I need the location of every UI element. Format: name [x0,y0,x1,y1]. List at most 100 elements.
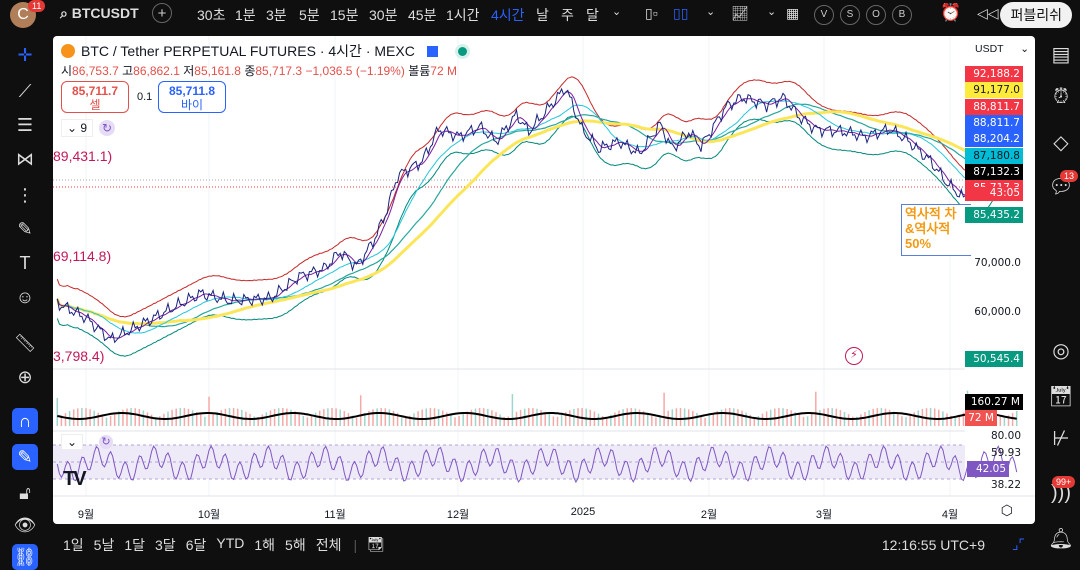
indicator-button-o[interactable]: O [866,4,886,25]
volume-ma-tag: 160.27 M [965,394,1023,410]
sell-button[interactable]: 85,711.7 셀 [61,81,129,113]
symbol-title: BTC / Tether PERPETUAL FUTURES · 4시간 · M… [81,43,415,59]
time-tick: 12월 [446,509,470,521]
range-8[interactable]: 전체 [316,535,342,555]
ohlc-values: 시86,753.7 고86,862.1 저85,161.8 종85,717.3 … [61,64,457,78]
price-tag: 92,188.2 [965,66,1023,82]
interval-4[interactable]: 15분 [330,5,358,25]
emoji-icon[interactable]: ☺ [12,284,38,310]
alert-add-icon[interactable]: ⏰ [940,3,961,23]
replay-icon[interactable]: ◁◁ [977,5,999,22]
brush-icon[interactable]: ✎ [12,216,38,242]
interval-3[interactable]: 5분 [299,5,320,25]
indicators-collapse-toggle[interactable]: ⌄ 9 [61,119,94,137]
range-6[interactable]: 1해 [254,535,275,555]
clock[interactable]: 12:16:55 UTC+9 [882,537,985,553]
zoom-in-icon[interactable]: ⊕ [12,364,38,390]
interval-1[interactable]: 1분 [235,5,256,25]
pane-collapse-toggle[interactable]: ⌄ [61,434,84,450]
indicator-button-v[interactable]: V [814,4,834,25]
buy-button[interactable]: 85,711.8 바이 [158,81,226,113]
rsi-level: 59.93 [990,447,1021,459]
chat-badge: 13 [1060,170,1079,182]
lightning-event-icon[interactable]: ⚡︎ [845,347,863,365]
trendline-icon[interactable]: ⟋ [12,78,38,104]
symbol-search[interactable]: ⌕ BTCUSDT [60,5,139,22]
flag-icon[interactable] [426,45,438,57]
interval-10[interactable]: 주 [561,5,574,25]
calendar-icon[interactable]: 📅︎ [1048,384,1074,410]
magnet-icon[interactable]: ∩ [12,408,38,434]
range-3[interactable]: 3달 [155,535,176,555]
range-7[interactable]: 5해 [285,535,306,555]
stream-badge: 99+ [1052,476,1076,488]
hotlist-target-icon[interactable]: ◎ [1048,338,1074,364]
interval-6[interactable]: 45분 [408,5,436,25]
bar-style-icon[interactable]: ▯▫ [645,5,658,22]
indicator-button-b[interactable]: B [892,4,912,25]
publish-button[interactable]: 퍼블리쉬 [1000,2,1072,28]
layout-grid-icon[interactable]: ▦ [786,5,799,22]
pattern-icon[interactable]: ⋈ [12,146,38,172]
range-5[interactable]: YTD [216,535,244,555]
lock-drawings-icon[interactable]: ✎ [12,444,38,470]
time-tick: 9월 [77,509,95,521]
goto-date-icon[interactable]: 📆︎ [367,536,385,553]
candle-style-icon[interactable]: ▯▯ [673,5,688,22]
price-tick: 70,000.0 [974,257,1021,269]
interval-5[interactable]: 30분 [369,5,397,25]
top-toolbar: C 11 ⌕ BTCUSDT + 30초 1분 3분 5분 15분 30분 45분 1시간 4시… [0,0,1080,30]
unlock-icon[interactable]: 🔓︎ [12,480,38,506]
chevron-down-icon: ⌄ [67,121,78,135]
chart-type-chevron-icon[interactable]: ⌄ [706,5,715,18]
options-strategy-icon[interactable]: ⊬ [1048,426,1074,452]
currency-selector[interactable]: USDT ⌄ [971,39,1029,59]
volume-tag: 72 M [965,410,997,426]
interval-8[interactable]: 4시간 [491,5,525,25]
indicator-button-s[interactable]: S [840,4,860,25]
price-tag: 88,811.7 [965,98,1023,115]
watchlist-icon[interactable]: ▤ [1048,42,1074,68]
price-tag: 91,177.0 [965,82,1023,99]
text-icon[interactable]: T [12,250,38,276]
interval-0[interactable]: 30초 [197,5,225,25]
layers-icon[interactable]: ◇ [1048,130,1074,156]
notification-badge: 11 [28,0,46,12]
rsi-level: 38.22 [990,479,1021,491]
time-tick: 2025 [570,506,596,518]
indicators-chevron-icon[interactable]: ⌄ [767,5,776,18]
interval-9[interactable]: 날 [536,5,549,25]
price-tag: 85,435.2 [965,207,1023,223]
range-2[interactable]: 1달 [124,535,145,555]
crosshair-icon[interactable]: ✛ [12,42,38,68]
interval-7[interactable]: 1시간 [446,5,480,25]
price-label-left: 69,114.8) [53,248,112,264]
text-annotation[interactable]: 역사적 차 &역사적 50% [901,204,971,256]
range-4[interactable]: 6달 [186,535,207,555]
btc-logo-icon [61,44,75,58]
chevron-down-icon: ⌄ [1020,43,1029,55]
projection-icon[interactable]: ⋮ [12,182,38,208]
indicators-icon[interactable]: 📈︎ [731,5,749,22]
interval-2[interactable]: 3분 [266,5,287,25]
fullscreen-icon[interactable]: ⌟⌜ [1012,536,1025,553]
hide-drawings-eye-icon[interactable]: 👁︎ [12,512,38,538]
chart-area[interactable]: BTC / Tether PERPETUAL FUTURES · 4시간 · M… [53,36,1035,524]
notifications-bell-icon[interactable]: 🔔︎ [1048,526,1074,552]
alarm-clock-icon[interactable]: ⏰︎ [1048,84,1074,110]
fib-retracement-icon[interactable]: ☰ [12,112,38,138]
range-1[interactable]: 5날 [94,535,115,555]
interval-11[interactable]: 달 [586,5,599,25]
price-tag: 88,811.7 [965,114,1023,131]
settings-gear-icon[interactable]: ⬡ [1001,502,1013,519]
time-tick: 11월 [324,509,346,521]
search-icon: ⌕ [60,5,68,21]
link-icon[interactable]: ⛓︎ [12,544,38,570]
ruler-icon[interactable]: 📏︎ [12,330,38,356]
range-0[interactable]: 1일 [63,535,84,555]
price-tick: 60,000.0 [974,306,1021,318]
refresh-icon[interactable]: ↻ [99,120,115,136]
refresh-icon[interactable]: ↻ [99,435,113,449]
interval-dropdown-chevron-icon[interactable]: ⌄ [612,5,621,18]
add-symbol-button[interactable]: + [152,3,172,23]
